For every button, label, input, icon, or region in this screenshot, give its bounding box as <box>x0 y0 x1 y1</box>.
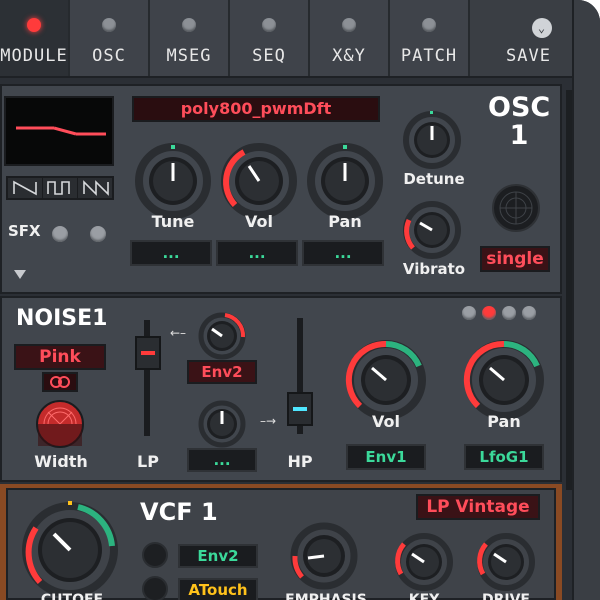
wave-tri-button[interactable] <box>78 178 112 198</box>
pan-label: Pan <box>328 212 362 231</box>
noise-panel: NOISE1 Pink Width LP ←– Env2 ... –→ HP V… <box>0 296 562 482</box>
mseg-led-icon <box>182 18 196 32</box>
osc-title: OSC 1 <box>488 92 551 151</box>
top-nav: MODULE OSC MSEG SEQ X&Y PATCH ⌄ SAVE <box>0 0 600 78</box>
vcf-title: VCF 1 <box>140 498 218 526</box>
tab-xy[interactable]: X&Y <box>310 0 390 76</box>
osc-panel: SFX poly800_pwmDft Tune Vol Pan ... ... … <box>0 84 562 294</box>
tab-label: OSC <box>92 46 126 66</box>
sfx-label: SFX <box>8 222 41 240</box>
vcf-panel: VCF 1 LP Vintage CUTOFF Env2 ATouch EMPH… <box>6 488 556 600</box>
wave-select-row <box>6 176 114 200</box>
vcf-mod-field-2[interactable]: ATouch <box>178 578 258 600</box>
tab-patch[interactable]: PATCH <box>390 0 470 76</box>
link-rings-icon <box>50 376 70 388</box>
width-label: Width <box>34 452 88 471</box>
tab-osc[interactable]: OSC <box>70 0 150 76</box>
spread-radar-icon[interactable] <box>492 184 540 232</box>
noise-page-dot-2[interactable] <box>482 306 496 320</box>
tab-seq[interactable]: SEQ <box>230 0 310 76</box>
hp-mod-field[interactable]: ... <box>187 448 257 472</box>
noise-page-dot-4[interactable] <box>522 306 536 320</box>
synth-window: MODULE OSC MSEG SEQ X&Y PATCH ⌄ SAVE SFX… <box>0 0 600 600</box>
tab-label: SEQ <box>252 46 286 66</box>
drive-label: DRIVE <box>481 592 530 600</box>
wave-square-button[interactable] <box>43 178 78 198</box>
tab-label: X&Y <box>332 46 366 66</box>
square-wave-icon <box>47 181 70 195</box>
tab-label: MODULE <box>0 46 68 66</box>
hp-mod-arrow-icon: –→ <box>260 414 277 428</box>
sfx-toggle-1[interactable] <box>52 226 68 242</box>
emphasis-knob[interactable] <box>288 520 360 592</box>
tune-label: Tune <box>151 212 195 231</box>
vol-mod-slot[interactable]: ... <box>216 240 298 266</box>
noise-title: NOISE1 <box>16 306 108 331</box>
tab-mseg[interactable]: MSEG <box>150 0 230 76</box>
save-label: SAVE <box>506 46 551 66</box>
lp-mod-knob[interactable] <box>196 310 248 362</box>
tab-label: PATCH <box>400 46 458 66</box>
xy-led-icon <box>342 18 356 32</box>
stereo-link-button[interactable] <box>42 372 78 392</box>
hp-mod-knob[interactable] <box>196 398 248 450</box>
right-scroll-track[interactable] <box>572 0 600 600</box>
noise-pan-mod-field[interactable]: LfoG1 <box>464 444 544 470</box>
detune-label: Detune <box>403 170 465 188</box>
noise-type-field[interactable]: Pink <box>14 344 106 370</box>
hp-label: HP <box>287 452 313 471</box>
emphasis-label: EMPHASIS <box>285 592 367 600</box>
drive-knob[interactable] <box>474 530 538 594</box>
tri-wave-icon <box>83 180 109 196</box>
osc-led-icon <box>102 18 116 32</box>
noise-vol-mod-field[interactable]: Env1 <box>346 444 426 470</box>
lp-slider-handle[interactable] <box>135 336 161 370</box>
sfx-toggle-2[interactable] <box>90 226 106 242</box>
wave-saw-button[interactable] <box>8 178 43 198</box>
tab-module[interactable]: MODULE <box>0 0 70 76</box>
waveform-display <box>4 96 114 166</box>
noise-vol-knob[interactable] <box>342 336 430 424</box>
osc-mode-field[interactable]: single <box>480 246 550 272</box>
width-knob[interactable] <box>36 400 84 448</box>
patch-led-icon <box>422 18 436 32</box>
lp-mod-arrow-icon: ←– <box>170 326 187 340</box>
waveform-icon <box>16 126 106 136</box>
vcf-mod-field-1[interactable]: Env2 <box>178 544 258 568</box>
tune-mod-slot[interactable]: ... <box>130 240 212 266</box>
vol-label: Vol <box>245 212 273 231</box>
key-label: KEY <box>408 592 440 600</box>
detune-knob[interactable] <box>400 108 464 172</box>
filter-type-field[interactable]: LP Vintage <box>416 494 540 520</box>
tab-label: MSEG <box>166 46 212 66</box>
key-knob[interactable] <box>392 530 456 594</box>
noise-vol-label: Vol <box>372 412 400 431</box>
seq-led-icon <box>262 18 276 32</box>
vibrato-label: Vibrato <box>402 260 466 278</box>
noise-page-dot-3[interactable] <box>502 306 516 320</box>
cutoff-label: CUTOFF <box>40 592 104 600</box>
mod-amount-knob-1[interactable] <box>142 542 168 568</box>
module-led-icon <box>27 18 41 32</box>
cutoff-knob[interactable] <box>18 498 122 600</box>
scrollbar[interactable] <box>566 90 572 490</box>
chevron-down-icon: ⌄ <box>532 18 552 38</box>
lp-mod-field[interactable]: Env2 <box>187 360 257 384</box>
pan-mod-slot[interactable]: ... <box>302 240 384 266</box>
noise-pan-knob[interactable] <box>460 336 548 424</box>
noise-pan-label: Pan <box>487 412 521 431</box>
vibrato-knob[interactable] <box>400 198 464 262</box>
save-button[interactable]: ⌄ SAVE <box>470 0 580 76</box>
expand-down-icon[interactable] <box>14 270 26 279</box>
mod-amount-knob-2[interactable] <box>142 576 168 600</box>
hp-slider-handle[interactable] <box>287 392 313 426</box>
saw-wave-icon <box>13 180 37 196</box>
wave-name-field[interactable]: poly800_pwmDft <box>132 96 380 122</box>
lp-label: LP <box>137 452 159 471</box>
noise-page-dot-1[interactable] <box>462 306 476 320</box>
